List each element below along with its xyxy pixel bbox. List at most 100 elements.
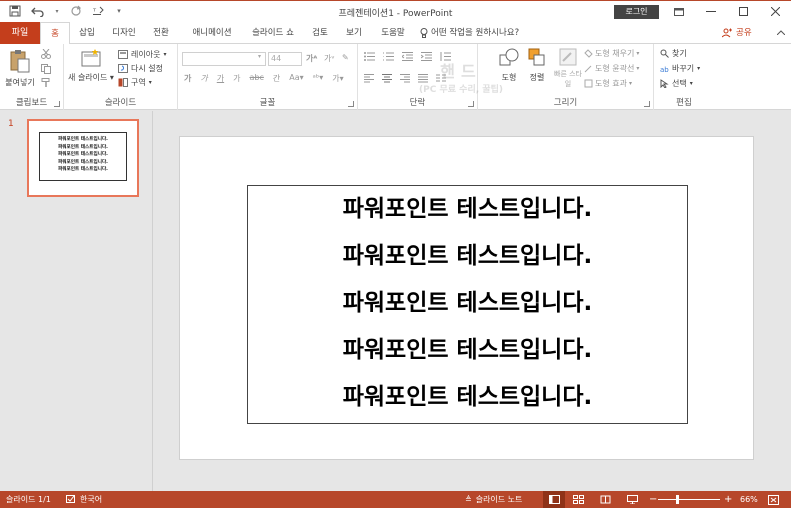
section-icon	[118, 78, 128, 87]
font-format-row: 가 가 가 가 abc 간 Aa▾ ᵃᵇ▾ 가▾	[184, 73, 344, 84]
maximize-icon[interactable]	[727, 1, 759, 22]
tab-view[interactable]: 보기	[342, 22, 366, 44]
grow-font-icon[interactable]: 가ᴬ	[306, 53, 317, 64]
share-label: 공유	[736, 28, 752, 38]
select-button[interactable]: 선택 ▾	[660, 78, 693, 89]
slide-count-text: 슬라이드 1/1	[6, 495, 51, 504]
share-button[interactable]: 공유	[722, 22, 752, 44]
strikethrough-icon[interactable]: abc	[250, 73, 264, 84]
slide-thumbnail[interactable]: 파워포인트 테스트입니다. 파워포인트 테스트입니다. 파워포인트 테스트입니다…	[27, 119, 139, 197]
tab-review[interactable]: 검토	[308, 22, 332, 44]
close-icon[interactable]	[759, 1, 791, 22]
numbering-icon[interactable]	[382, 52, 394, 64]
shapes-button[interactable]: 도형	[496, 47, 522, 83]
format-painter-icon[interactable]	[41, 78, 51, 91]
clipboard-launcher-icon[interactable]	[54, 101, 60, 107]
shape-outline-button[interactable]: 도형 윤곽선 ▾	[584, 63, 639, 74]
ribbon-display-options-icon[interactable]	[663, 1, 695, 22]
font-color-icon[interactable]: 가▾	[332, 73, 343, 84]
quick-styles-button[interactable]: 빠른 스타일	[554, 48, 582, 89]
slide-text-line[interactable]: 파워포인트 테스트입니다.	[248, 233, 687, 280]
copy-icon[interactable]	[41, 64, 51, 77]
align-left-icon[interactable]	[364, 74, 374, 86]
shapes-icon	[499, 48, 519, 66]
shrink-font-icon[interactable]: 가ᵛ	[324, 53, 335, 64]
shape-effects-button[interactable]: 도형 효과 ▾	[584, 78, 632, 89]
new-slide-icon	[81, 49, 101, 67]
align-center-icon[interactable]	[382, 74, 392, 86]
zoom-slider-thumb[interactable]	[676, 495, 679, 504]
drawing-launcher-icon[interactable]	[644, 101, 650, 107]
thumbnail-line: 파워포인트 테스트입니다.	[58, 144, 108, 150]
tab-slideshow[interactable]: 슬라이드 쇼	[247, 22, 299, 44]
section-button[interactable]: 구역 ▾	[118, 77, 152, 88]
slide-thumbnail-pane: 1 파워포인트 테스트입니다. 파워포인트 테스트입니다. 파워포인트 테스트입…	[0, 111, 153, 491]
fit-to-window-icon	[768, 494, 779, 505]
slide-text-line[interactable]: 파워포인트 테스트입니다.	[248, 327, 687, 374]
slideshow-button[interactable]	[627, 491, 638, 508]
reading-view-button[interactable]	[600, 491, 611, 508]
bullets-icon[interactable]	[364, 52, 375, 64]
zoom-level[interactable]: 66%	[740, 491, 758, 508]
zoom-out-button[interactable]: −	[649, 491, 657, 508]
tab-help[interactable]: 도움말	[378, 22, 408, 44]
minimize-icon[interactable]	[695, 1, 727, 22]
notes-button[interactable]: ≜ 슬라이드 노트	[465, 491, 522, 508]
thumbnail-textbox: 파워포인트 테스트입니다. 파워포인트 테스트입니다. 파워포인트 테스트입니다…	[39, 132, 127, 181]
shape-fill-icon	[584, 49, 593, 58]
tell-me-search[interactable]: 어떤 작업을 원하시나요?	[420, 22, 534, 44]
window-controls	[663, 1, 791, 22]
slide[interactable]: 파워포인트 테스트입니다. 파워포인트 테스트입니다. 파워포인트 테스트입니다…	[179, 136, 754, 460]
font-size-combo[interactable]: 44	[268, 52, 302, 66]
paragraph-launcher-icon[interactable]	[468, 101, 474, 107]
title-bar: ▾ ᵀ ▾ 프레젠테이션1 - PowerPoint 로그인	[0, 0, 791, 22]
replace-button[interactable]: ab 바꾸기 ▾	[660, 63, 700, 74]
font-name-combo[interactable]	[182, 52, 266, 66]
shape-fill-button[interactable]: 도형 채우기 ▾	[584, 48, 639, 59]
slide-text-line[interactable]: 파워포인트 테스트입니다.	[248, 186, 687, 233]
clear-formatting-icon[interactable]: ✎	[342, 53, 349, 62]
slide-sorter-icon	[573, 495, 584, 504]
zoom-in-button[interactable]: +	[724, 491, 732, 508]
reading-view-icon	[600, 495, 611, 504]
zoom-slider-track[interactable]	[658, 499, 720, 500]
slide-text-line[interactable]: 파워포인트 테스트입니다.	[248, 280, 687, 327]
tab-insert[interactable]: 삽입	[74, 22, 100, 44]
cut-icon[interactable]	[41, 48, 51, 62]
bold-icon[interactable]: 가	[184, 73, 191, 84]
new-slide-button[interactable]: 새 슬라이드 ▾	[68, 49, 114, 83]
svg-text:ab: ab	[660, 66, 669, 73]
tab-animations[interactable]: 애니메이션	[186, 22, 238, 44]
tab-file[interactable]: 파일	[0, 22, 40, 44]
reset-button[interactable]: 다시 설정	[118, 63, 163, 74]
font-group: ▾ 44 가ᴬ 가ᵛ ✎ 가 가 가 가 abc 간 Aa▾ ᵃᵇ▾ 가▾ 글꼴	[178, 44, 358, 110]
layout-button[interactable]: 레이아웃 ▾	[118, 49, 166, 60]
paste-button[interactable]: 붙여넣기	[2, 49, 38, 88]
login-button[interactable]: 로그인	[614, 5, 659, 19]
language-indicator[interactable]: 한국어	[66, 491, 102, 508]
font-launcher-icon[interactable]	[348, 101, 354, 107]
thumbnail-line: 파워포인트 테스트입니다.	[58, 152, 108, 157]
highlight-icon[interactable]: ᵃᵇ▾	[313, 73, 324, 84]
change-case-icon[interactable]: Aa▾	[289, 73, 303, 84]
underline-icon[interactable]: 가	[217, 73, 224, 84]
shape-outline-icon	[584, 65, 592, 73]
shadow-icon[interactable]: 가	[233, 73, 240, 84]
thumbnail-line: 파워포인트 테스트입니다.	[58, 159, 108, 165]
slide-sorter-button[interactable]	[573, 491, 584, 508]
tab-transitions[interactable]: 전환	[148, 22, 174, 44]
thumbnail-number: 1	[8, 119, 14, 129]
slide-textbox[interactable]: 파워포인트 테스트입니다. 파워포인트 테스트입니다. 파워포인트 테스트입니다…	[247, 185, 688, 424]
fit-to-window-button[interactable]	[768, 491, 779, 508]
normal-view-button[interactable]	[543, 491, 565, 508]
character-spacing-icon[interactable]: 간	[273, 73, 280, 84]
collapse-ribbon-icon[interactable]	[774, 22, 788, 44]
font-name-dropdown-icon[interactable]: ▾	[258, 53, 261, 60]
slideshow-icon	[627, 495, 638, 504]
find-button[interactable]: 찾기	[660, 48, 687, 59]
tab-home[interactable]: 홈	[40, 22, 70, 45]
slide-text-line[interactable]: 파워포인트 테스트입니다.	[248, 374, 687, 421]
italic-icon[interactable]: 가	[200, 73, 207, 84]
arrange-button[interactable]: 정렬	[524, 47, 550, 83]
tab-design[interactable]: 디자인	[106, 22, 142, 44]
